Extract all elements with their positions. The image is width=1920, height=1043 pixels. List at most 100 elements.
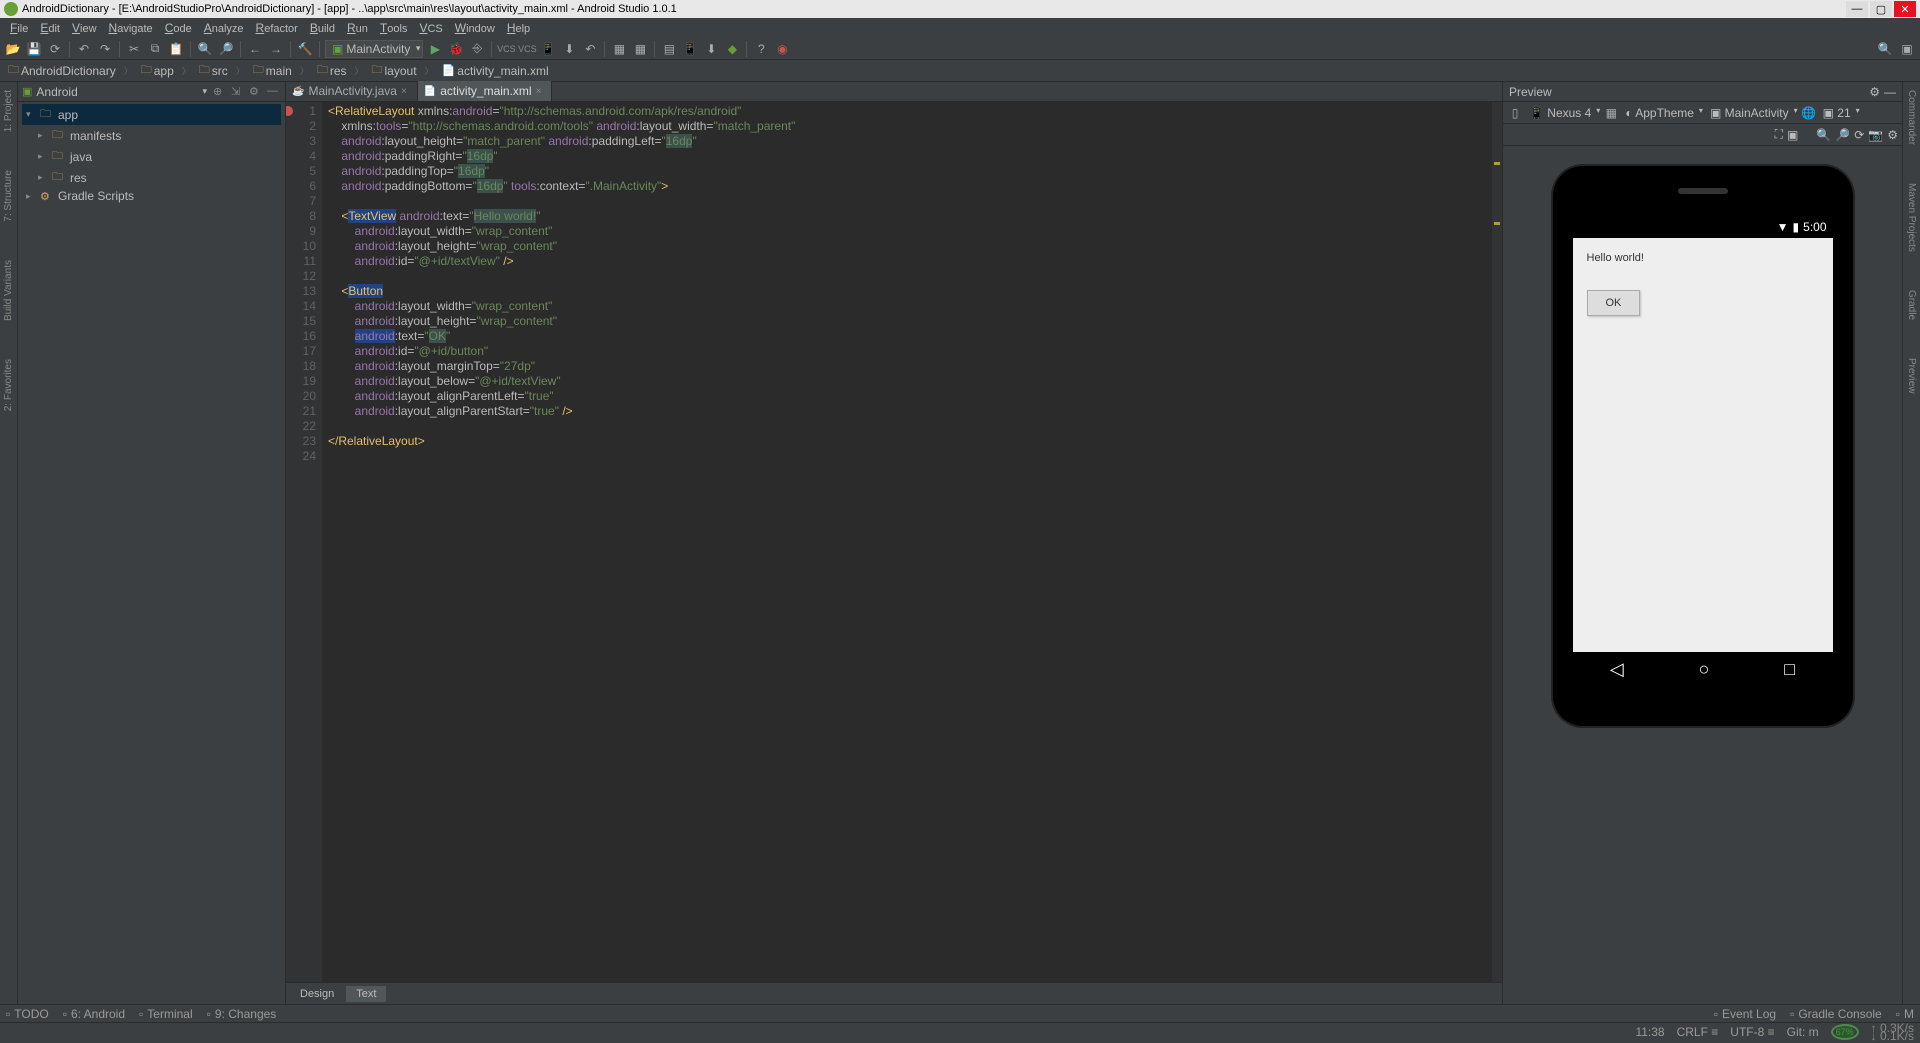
zoom-actual-icon[interactable]: ▣	[1787, 128, 1798, 142]
monitor2-icon[interactable]: ▦	[631, 40, 649, 58]
menu-view[interactable]: View	[66, 21, 103, 35]
undo-icon[interactable]: ↶	[75, 40, 93, 58]
preview-gear-icon[interactable]: ⚙	[1869, 85, 1880, 99]
redo-icon[interactable]: ↷	[96, 40, 114, 58]
find-icon[interactable]: 🔍	[196, 40, 214, 58]
sdk2-icon[interactable]: ⬇	[702, 40, 720, 58]
sdk-icon[interactable]: ⬇	[560, 40, 578, 58]
crumb-main[interactable]: 🗀main	[249, 61, 296, 80]
editor-tab-mainactivity-java[interactable]: ☕MainActivity.java×	[286, 81, 418, 101]
run-config-combo[interactable]: ▣MainActivity	[325, 40, 423, 58]
back-icon[interactable]: ←	[246, 40, 264, 58]
settings-icon[interactable]: ⚙	[1887, 128, 1898, 142]
ddms-icon[interactable]: ▤	[660, 40, 678, 58]
forward-icon[interactable]: →	[267, 40, 285, 58]
preview-hide-icon[interactable]: —	[1884, 85, 1896, 99]
cut-icon[interactable]: ✂	[125, 40, 143, 58]
hide-icon[interactable]: —	[267, 85, 281, 99]
copy-icon[interactable]: ⧉	[146, 40, 164, 58]
stop-icon[interactable]: ◉	[773, 40, 791, 58]
bottom-tab-eventlog[interactable]: ▫Event Log	[1714, 1007, 1776, 1021]
crumb-activity_main.xml[interactable]: 📄activity_main.xml	[438, 64, 553, 78]
right-tab-gradle[interactable]: Gradle	[1906, 286, 1917, 324]
menu-vcs[interactable]: VCS	[413, 21, 448, 35]
menu-build[interactable]: Build	[304, 21, 341, 35]
code-editor[interactable]: <RelativeLayout xmlns:android="http://sc…	[322, 102, 1492, 982]
zoom-in-icon[interactable]: 🔍	[1816, 128, 1831, 142]
bottom-tab-android[interactable]: ▫6: Android	[63, 1007, 125, 1021]
tree-node-manifests[interactable]: ▸🗀manifests	[22, 125, 281, 146]
mode-tab-design[interactable]: Design	[290, 986, 344, 1002]
run-icon[interactable]: ▶	[426, 40, 444, 58]
crumb-app[interactable]: 🗀app	[137, 61, 178, 80]
tree-node-app[interactable]: ▾🗀app	[22, 104, 281, 125]
menu-refactor[interactable]: Refactor	[250, 21, 304, 35]
search-everywhere-icon[interactable]: 🔍	[1876, 40, 1894, 58]
avd2-icon[interactable]: 📱	[681, 40, 699, 58]
orientation-icon[interactable]: ▯	[1507, 105, 1523, 121]
bottom-tab-gradleconsole[interactable]: ▫Gradle Console	[1790, 1007, 1882, 1021]
api-combo[interactable]: ▣ 21	[1819, 105, 1861, 121]
zoom-out-icon[interactable]: 🔎	[1835, 128, 1850, 142]
editor-gutter[interactable]: 123456789101112131415161718192021222324	[286, 102, 322, 982]
scroll-from-source-icon[interactable]: ⊕	[213, 85, 227, 99]
gear-icon[interactable]: ⚙	[249, 85, 263, 99]
tree-node-gradle-scripts[interactable]: ▸⚙Gradle Scripts	[22, 188, 281, 204]
collapse-all-icon[interactable]: ⇲	[231, 85, 245, 99]
minimize-button[interactable]: —	[1846, 1, 1868, 17]
crumb-androiddictionary[interactable]: 🗀AndroidDictionary	[4, 61, 120, 80]
menu-navigate[interactable]: Navigate	[103, 21, 159, 35]
theme-combo[interactable]: ◐ AppTheme	[1621, 105, 1704, 121]
right-tab-preview[interactable]: Preview	[1906, 354, 1917, 398]
locale-icon[interactable]: 🌐	[1801, 105, 1817, 121]
project-view-combo[interactable]: Android	[36, 85, 77, 99]
screenshot-icon[interactable]: 📷	[1868, 128, 1883, 142]
refresh-icon[interactable]: ⟳	[1854, 128, 1864, 142]
make-icon[interactable]: 🔨	[296, 40, 314, 58]
sync-icon[interactable]: ⟳	[46, 40, 64, 58]
error-stripe[interactable]	[1492, 102, 1502, 982]
avd-icon[interactable]: 📱	[539, 40, 557, 58]
editor-tab-activity_main-xml[interactable]: 📄activity_main.xml×	[418, 81, 553, 101]
open-icon[interactable]: 📂	[4, 40, 22, 58]
menu-analyze[interactable]: Analyze	[198, 21, 250, 35]
paste-icon[interactable]: 📋	[167, 40, 185, 58]
debug-icon[interactable]: 🐞	[447, 40, 465, 58]
git-branch[interactable]: Git: m	[1787, 1025, 1819, 1039]
left-tab-structure[interactable]: 7: Structure	[3, 166, 14, 226]
bottom-tab-m[interactable]: ▫M	[1896, 1007, 1914, 1021]
crumb-src[interactable]: 🗀src	[195, 61, 232, 80]
vcs-update-icon[interactable]: VCS	[518, 40, 536, 58]
tree-node-res[interactable]: ▸🗀res	[22, 167, 281, 188]
left-tab-favorites[interactable]: 2: Favorites	[3, 355, 14, 415]
menu-run[interactable]: Run	[341, 21, 374, 35]
file-encoding[interactable]: UTF-8 ≡	[1730, 1025, 1774, 1039]
left-tab-project[interactable]: 1: Project	[3, 86, 14, 136]
android-icon[interactable]: ◆	[723, 40, 741, 58]
bottom-tab-changes[interactable]: ▫9: Changes	[207, 1007, 277, 1021]
menu-code[interactable]: Code	[159, 21, 198, 35]
memory-indicator[interactable]: 67%	[1831, 1024, 1859, 1040]
cursor-position[interactable]: 11:38	[1635, 1025, 1664, 1039]
crumb-res[interactable]: 🗀res	[313, 61, 351, 80]
vcs-icon[interactable]: VCS	[497, 40, 515, 58]
menu-help[interactable]: Help	[501, 21, 536, 35]
right-tab-commander[interactable]: Commander	[1906, 86, 1917, 149]
mode-tab-text[interactable]: Text	[346, 986, 386, 1002]
menu-file[interactable]: File	[4, 21, 34, 35]
device-combo[interactable]: 📱 Nexus 4	[1525, 105, 1601, 121]
toolwindow-icon[interactable]: ▣	[1898, 40, 1916, 58]
monitor1-icon[interactable]: ▦	[610, 40, 628, 58]
maximize-button[interactable]: ▢	[1870, 1, 1892, 17]
save-icon[interactable]: 💾	[25, 40, 43, 58]
config-icon[interactable]: ▦	[1603, 105, 1619, 121]
attach-icon[interactable]: ⎆	[468, 40, 486, 58]
line-separator[interactable]: CRLF ≡	[1677, 1025, 1719, 1039]
tree-node-java[interactable]: ▸🗀java	[22, 146, 281, 167]
bottom-tab-terminal[interactable]: ▫Terminal	[139, 1007, 193, 1021]
menu-tools[interactable]: Tools	[374, 21, 414, 35]
menu-edit[interactable]: Edit	[34, 21, 66, 35]
revert-icon[interactable]: ↶	[581, 40, 599, 58]
activity-combo[interactable]: ▣ MainActivity	[1706, 105, 1799, 121]
zoom-fit-icon[interactable]: ⛶	[1775, 127, 1783, 142]
